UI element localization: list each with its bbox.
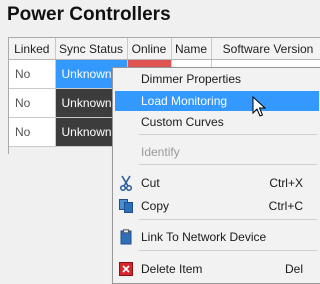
column-header-linked[interactable]: Linked — [9, 38, 56, 60]
menu-item-dimmer-properties[interactable]: Dimmer Properties — [115, 69, 319, 89]
menu-separator — [139, 134, 317, 135]
menu-separator — [139, 164, 317, 165]
menu-item-label: Identify — [141, 145, 180, 159]
column-header-name[interactable]: Name — [171, 38, 212, 60]
menu-item-shortcut: Del — [284, 262, 303, 276]
menu-item-label: Cut — [141, 176, 160, 190]
scissors-icon — [118, 175, 134, 192]
menu-item-identify: Identify — [115, 142, 319, 162]
menu-item-copy[interactable]: Copy Ctrl+C — [115, 196, 319, 216]
context-menu: Dimmer Properties Load Monitoring Custom… — [112, 67, 320, 284]
delete-icon — [118, 261, 134, 277]
menu-item-custom-curves[interactable]: Custom Curves — [115, 112, 319, 132]
clipboard-icon — [118, 229, 134, 245]
menu-item-cut[interactable]: Cut Ctrl+X — [115, 173, 319, 193]
mouse-cursor-icon — [252, 95, 267, 121]
menu-item-label: Custom Curves — [141, 115, 224, 129]
linked-cell[interactable]: No — [9, 117, 56, 147]
menu-separator — [139, 219, 317, 220]
menu-item-label: Copy — [141, 199, 170, 213]
copy-icon — [118, 198, 134, 214]
page-title: Power Controllers — [7, 4, 171, 25]
table-header-row: Linked Sync Status Online Name Software … — [9, 38, 320, 60]
menu-item-label: Delete Item — [141, 262, 203, 276]
column-header-sync-status[interactable]: Sync Status — [55, 38, 128, 60]
menu-item-label: Load Monitoring — [141, 94, 228, 108]
menu-item-shortcut: Ctrl+C — [268, 199, 303, 213]
column-header-online[interactable]: Online — [127, 38, 172, 60]
linked-cell[interactable]: No — [9, 88, 56, 118]
linked-cell[interactable]: No — [9, 59, 56, 89]
menu-separator — [139, 250, 317, 251]
menu-item-label: Link To Network Device — [141, 230, 267, 244]
column-header-software-version[interactable]: Software Version — [211, 38, 320, 60]
menu-item-load-monitoring[interactable]: Load Monitoring — [115, 91, 319, 111]
menu-item-label: Dimmer Properties — [141, 72, 242, 86]
menu-item-link-to-network-device[interactable]: Link To Network Device — [115, 227, 319, 247]
menu-item-delete-item[interactable]: Delete Item Del — [115, 259, 319, 279]
menu-item-shortcut: Ctrl+X — [269, 176, 303, 190]
